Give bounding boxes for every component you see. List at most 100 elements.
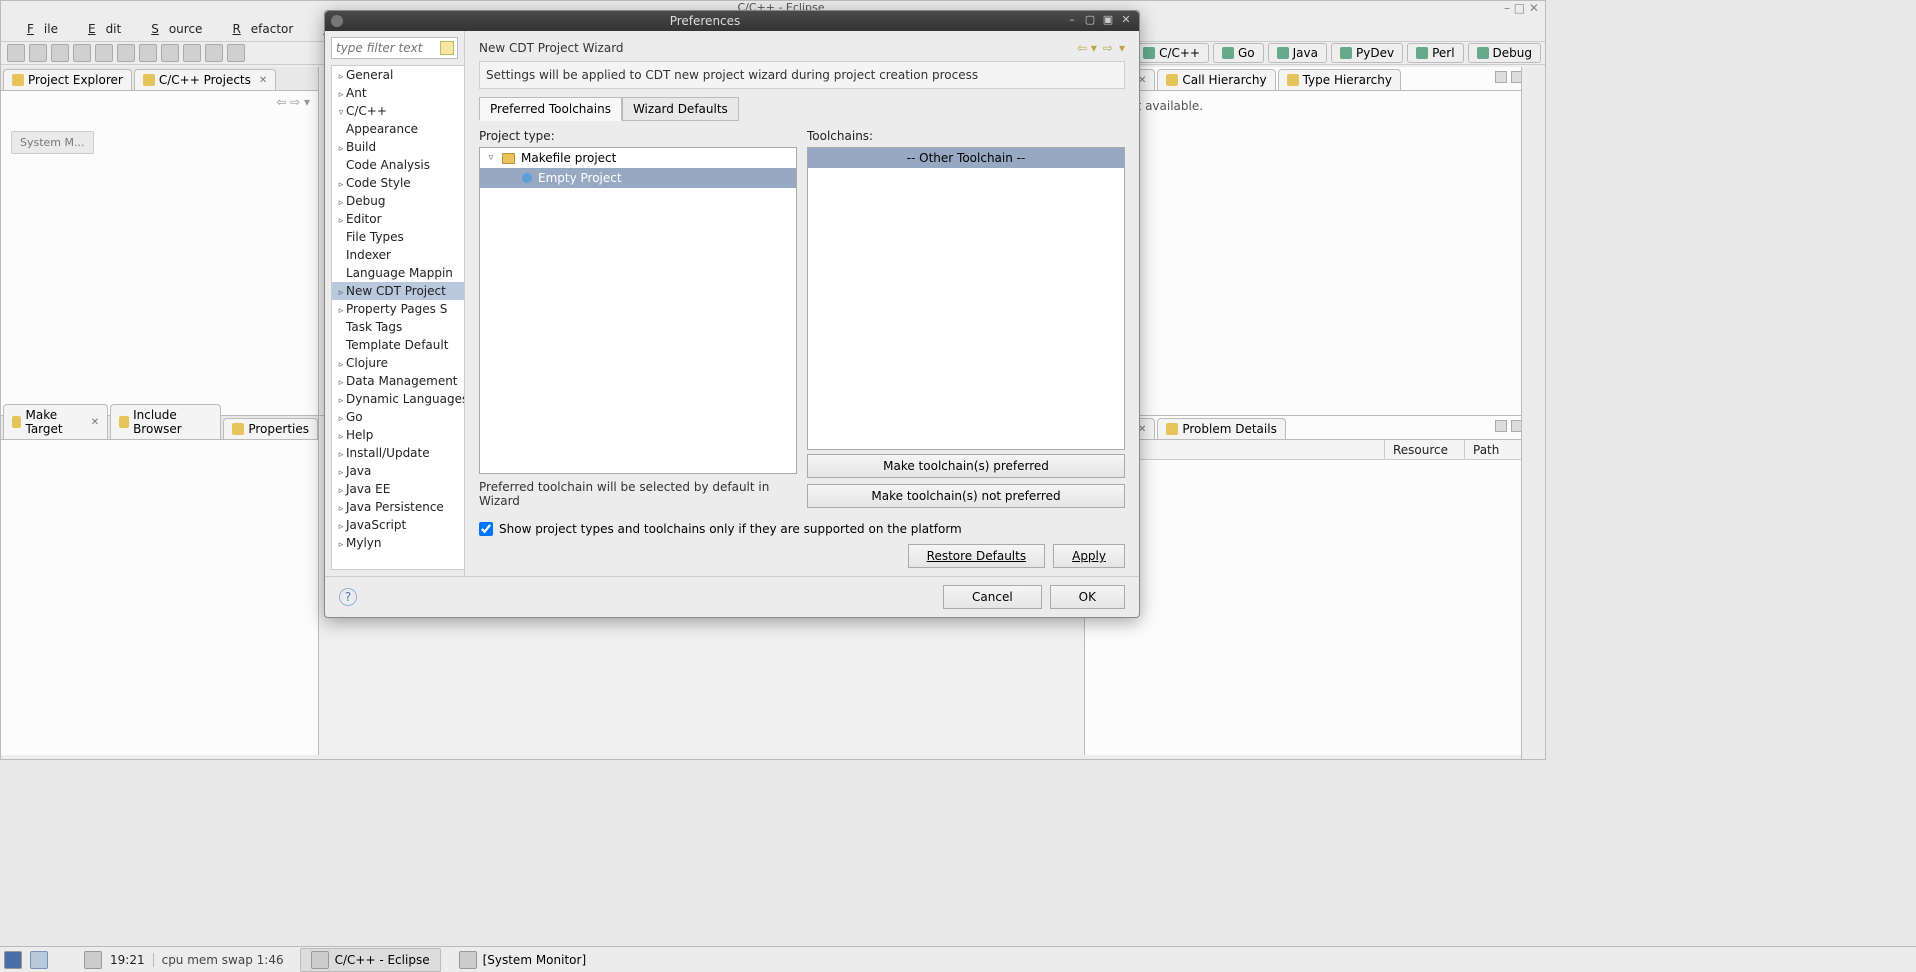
perspective-pydev[interactable]: PyDev	[1331, 43, 1403, 63]
taskbar-task[interactable]: [System Monitor]	[449, 948, 597, 972]
tab-problem-details[interactable]: Problem Details	[1157, 418, 1285, 439]
project-type-list[interactable]: ▿Makefile projectEmpty Project	[479, 147, 797, 474]
preferences-tree[interactable]: ▹General▹Ant▿C/C++Appearance▹BuildCode A…	[331, 65, 464, 570]
tree-item-dynamic-languages[interactable]: ▹Dynamic Languages	[332, 390, 464, 408]
tab-type-hierarchy[interactable]: Type Hierarchy	[1278, 69, 1401, 90]
tree-item-go[interactable]: ▹Go	[332, 408, 464, 426]
expand-icon[interactable]: ▹	[336, 306, 346, 316]
clear-filter-icon[interactable]	[440, 41, 454, 55]
expand-icon[interactable]: ▹	[336, 396, 346, 406]
tree-item-code-analysis[interactable]: Code Analysis	[332, 156, 464, 174]
system-chip[interactable]: System M...	[11, 131, 94, 154]
subtab-wizard-defaults[interactable]: Wizard Defaults	[622, 97, 739, 121]
tree-item-editor[interactable]: ▹Editor	[332, 210, 464, 228]
make-preferred-button[interactable]: Make toolchain(s) preferred	[807, 454, 1125, 478]
toolchains-list[interactable]: -- Other Toolchain --	[807, 147, 1125, 450]
tree-item-task-tags[interactable]: Task Tags	[332, 318, 464, 336]
tab-include-browser[interactable]: Include Browser	[110, 404, 221, 439]
restore-icon[interactable]: ▣	[1101, 14, 1115, 28]
expand-icon[interactable]: ▹	[336, 360, 346, 370]
start-icon[interactable]	[4, 951, 22, 969]
toolbar-icon[interactable]	[73, 44, 91, 62]
tree-item-language-mappin[interactable]: Language Mappin	[332, 264, 464, 282]
toolbar-icon[interactable]	[117, 44, 135, 62]
expand-icon[interactable]: ▹	[336, 540, 346, 550]
restore-defaults-button[interactable]: Restore Defaults	[908, 544, 1045, 568]
expand-icon[interactable]: ▹	[336, 504, 346, 514]
expand-icon[interactable]: ▹	[336, 486, 346, 496]
expand-icon[interactable]: ▹	[336, 90, 346, 100]
project-type-item[interactable]: Empty Project	[480, 168, 796, 188]
tree-item-clojure[interactable]: ▹Clojure	[332, 354, 464, 372]
tree-item-javascript[interactable]: ▹JavaScript	[332, 516, 464, 534]
toolbar-icon[interactable]	[51, 44, 69, 62]
menu-refactor[interactable]: Refactor	[212, 20, 303, 40]
view-icon[interactable]	[1495, 420, 1507, 432]
expand-icon[interactable]: ▹	[336, 468, 346, 478]
tree-item-file-types[interactable]: File Types	[332, 228, 464, 246]
forward-icon[interactable]: ⇨	[1103, 41, 1113, 55]
toolbar-icon[interactable]	[183, 44, 201, 62]
filter-input[interactable]	[336, 41, 453, 55]
toolchain-item[interactable]: -- Other Toolchain --	[808, 148, 1124, 168]
tab-c-c-projects[interactable]: C/C++ Projects✕	[134, 69, 276, 90]
tree-item-c-c-[interactable]: ▿C/C++	[332, 102, 464, 120]
toolbar-icon[interactable]	[161, 44, 179, 62]
window-controls[interactable]: – □ ✕	[1465, 1, 1545, 15]
close-icon[interactable]: ✕	[91, 417, 99, 428]
tree-item-data-management[interactable]: ▹Data Management	[332, 372, 464, 390]
view-nav-arrows[interactable]: ⇦ ⇨ ▾	[276, 95, 310, 109]
expand-icon[interactable]: ▹	[336, 216, 346, 226]
expand-icon[interactable]: ▹	[336, 72, 346, 82]
tree-item-template-default[interactable]: Template Default	[332, 336, 464, 354]
toolbar-icon[interactable]	[95, 44, 113, 62]
tree-item-appearance[interactable]: Appearance	[332, 120, 464, 138]
expand-icon[interactable]: ▹	[336, 198, 346, 208]
cancel-button[interactable]: Cancel	[943, 585, 1042, 609]
tab-properties[interactable]: Properties	[223, 418, 318, 439]
expand-icon[interactable]: ▹	[336, 522, 346, 532]
expand-icon[interactable]: ▹	[336, 378, 346, 388]
toolbar-icon[interactable]	[29, 44, 47, 62]
toolbar-icon[interactable]	[139, 44, 157, 62]
tree-item-ant[interactable]: ▹Ant	[332, 84, 464, 102]
tree-item-build[interactable]: ▹Build	[332, 138, 464, 156]
maximize-icon[interactable]: ▢	[1083, 14, 1097, 28]
view-menu-icon[interactable]	[1495, 71, 1507, 83]
tree-item-java-ee[interactable]: ▹Java EE	[332, 480, 464, 498]
expand-icon[interactable]: ▹	[336, 414, 346, 424]
perspective-java[interactable]: Java	[1268, 43, 1327, 63]
toolbar-icon[interactable]	[227, 44, 245, 62]
tree-item-property-pages-s[interactable]: ▹Property Pages S	[332, 300, 464, 318]
expand-icon[interactable]: ▿	[336, 108, 346, 118]
menu-icon[interactable]: ▾	[1119, 41, 1125, 55]
toolbar-icon[interactable]	[205, 44, 223, 62]
perspective-debug[interactable]: Debug	[1468, 43, 1541, 63]
menu-edit[interactable]: Edit	[68, 20, 131, 40]
menu-source[interactable]: Source	[131, 20, 212, 40]
tree-item-debug[interactable]: ▹Debug	[332, 192, 464, 210]
expand-icon[interactable]: ▹	[336, 180, 346, 190]
taskbar-task[interactable]: C/C++ - Eclipse	[300, 948, 441, 972]
toolbar-icon[interactable]	[7, 44, 25, 62]
tree-item-general[interactable]: ▹General	[332, 66, 464, 84]
tree-item-help[interactable]: ▹Help	[332, 426, 464, 444]
minimize-icon[interactable]: –	[1065, 14, 1079, 28]
perspective-go[interactable]: Go	[1213, 43, 1264, 63]
project-type-item[interactable]: ▿Makefile project	[480, 148, 796, 168]
eclipse-launcher-icon[interactable]	[30, 951, 48, 969]
tree-item-code-style[interactable]: ▹Code Style	[332, 174, 464, 192]
subtab-preferred-toolchains[interactable]: Preferred Toolchains	[479, 97, 622, 121]
menu-file[interactable]: File	[7, 20, 68, 40]
apply-button[interactable]: Apply	[1053, 544, 1125, 568]
expand-icon[interactable]: ▹	[336, 144, 346, 154]
expand-icon[interactable]: ▹	[336, 450, 346, 460]
tree-item-install-update[interactable]: ▹Install/Update	[332, 444, 464, 462]
ok-button[interactable]: OK	[1050, 585, 1125, 609]
back-icon[interactable]: ⇦ ▾	[1077, 41, 1097, 55]
help-icon[interactable]: ?	[339, 588, 357, 606]
tree-item-mylyn[interactable]: ▹Mylyn	[332, 534, 464, 552]
expand-icon[interactable]: ▹	[336, 288, 346, 298]
close-icon[interactable]: ✕	[259, 75, 267, 86]
perspective-perl[interactable]: Perl	[1407, 43, 1463, 63]
